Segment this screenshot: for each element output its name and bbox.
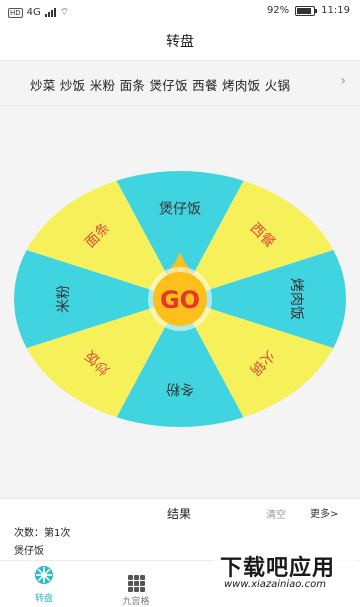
network-label: 4G: [26, 7, 41, 18]
grid-icon: [127, 575, 145, 592]
wheel-segment-label: 米粉: [56, 285, 72, 313]
signal-icon: [44, 8, 56, 17]
clear-button[interactable]: 清空: [266, 506, 286, 521]
go-button-label[interactable]: GO: [160, 286, 200, 314]
battery-icon: [295, 5, 318, 16]
wheel-segment-label: 煲仔饭: [159, 200, 201, 217]
nav-tab-wheel-label: 转盘: [34, 594, 53, 604]
options-list: 炒菜 炒饭 米粉 面条 煲仔饭 西餐 烤肉饭 火锅: [30, 78, 291, 93]
more-button[interactable]: 更多>: [310, 505, 338, 520]
result-header: 结果 清空 更多>: [0, 498, 360, 527]
nav-tab-grid[interactable]: 九宫格: [106, 565, 166, 607]
nav-tab-grid-label: 九宫格: [122, 597, 150, 607]
page-title: 转盘: [166, 34, 194, 50]
watermark-text: 下载吧应用: [220, 556, 336, 581]
clock: 11:19: [321, 5, 350, 16]
wheel-icon: [35, 566, 53, 584]
result-title: 结果: [167, 507, 192, 521]
watermark: 下载吧应用 www.xiazainiao.com: [214, 548, 358, 596]
options-bar[interactable]: 炒菜 炒饭 米粉 面条 煲仔饭 西餐 烤肉饭 火锅 ›: [0, 60, 360, 106]
wheel-segment-label: 冬粉: [166, 381, 194, 397]
hd-icon: HD: [8, 7, 23, 18]
spin-count: 次数：第1次: [14, 528, 71, 539]
nav-tab-wheel[interactable]: 转盘: [14, 565, 74, 604]
wheel: 煲仔饭西餐烤肉饭火锅冬粉炒饭米粉面条 GO: [14, 171, 346, 427]
battery-percent: 92%: [266, 5, 290, 16]
wifi-icon: ⌔: [59, 7, 70, 18]
status-bar: HD 4G ⌔ 92% 11:19: [0, 0, 360, 24]
watermark-url: www.xiazainiao.com: [224, 579, 326, 590]
wheel-area: 煲仔饭 西餐 烤肉饭 火锅 冬粉 炒饭 米粉 面条 GO: [0, 106, 360, 498]
latest-result: 煲仔饭: [14, 546, 44, 557]
chevron-right-icon: ›: [340, 73, 346, 89]
wheel-segment-label: 烤肉饭: [288, 278, 304, 320]
